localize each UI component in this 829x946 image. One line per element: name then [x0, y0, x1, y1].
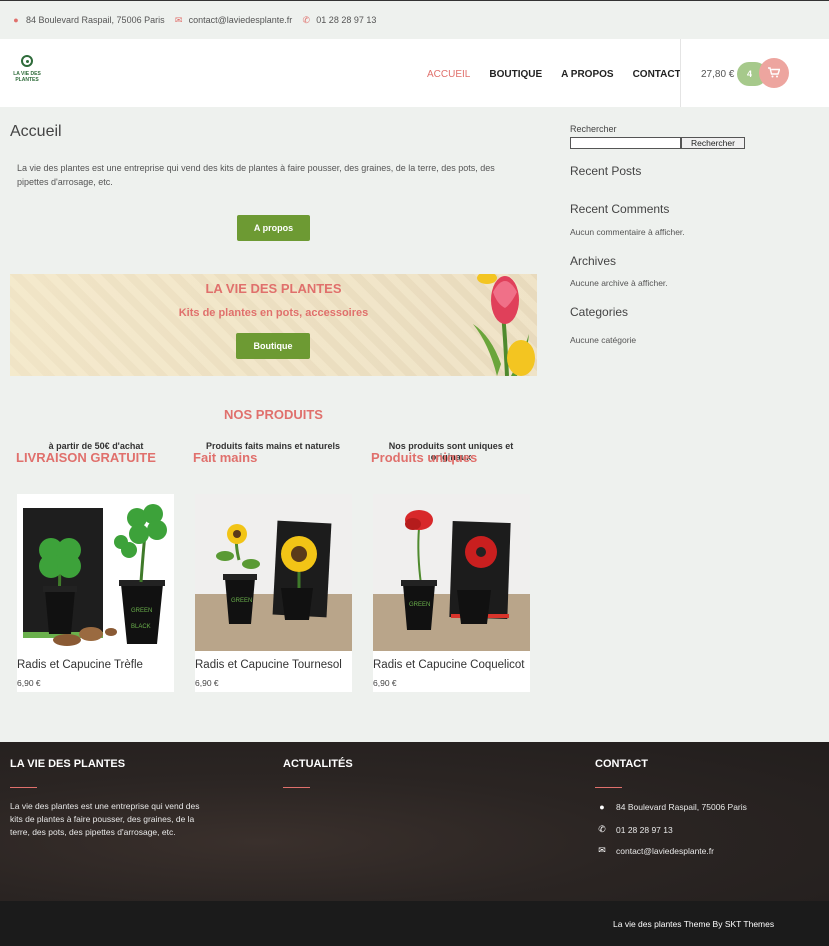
no-comments-text: Aucun commentaire à afficher. — [570, 227, 685, 237]
header-divider — [680, 39, 681, 107]
pot-label: GREEN — [231, 598, 252, 604]
nav-item-a-propos[interactable]: A PROPOS — [561, 69, 613, 80]
cart-total[interactable]: 27,80 € — [701, 69, 734, 80]
categories-heading: Categories — [570, 305, 629, 319]
footer-about-text: La vie des plantes est une entreprise qu… — [10, 801, 200, 837]
logo-text: LA VIE DES PLANTES — [13, 71, 41, 83]
footer-divider — [283, 787, 310, 788]
footer-about-title: LA VIE DES PLANTES — [10, 758, 126, 770]
feature-unique: Produits uniques Nos produits sont uniqu… — [371, 434, 531, 465]
shopping-cart-icon — [768, 67, 781, 78]
product-price: 6,90 € — [17, 678, 41, 688]
no-categories-text: Aucune catégorie — [570, 335, 637, 345]
product-name[interactable]: Radis et Capucine Trèfle — [17, 659, 174, 671]
footer-divider — [595, 787, 622, 788]
envelope-icon: ✉ — [598, 845, 606, 855]
footer-phone[interactable]: ✆ 01 28 28 97 13 — [596, 824, 673, 835]
products-heading: NOS PRODUITS — [224, 407, 323, 422]
about-button[interactable]: A propos — [237, 215, 310, 241]
site-footer: LA VIE DES PLANTES La vie des plantes es… — [0, 742, 829, 901]
footer-bottom-bar: La vie des plantes Theme By SKT Themes — [0, 901, 829, 946]
search-label: Rechercher — [570, 124, 617, 134]
product-image-clover[interactable]: GREEN BLACK — [17, 494, 174, 651]
map-pin-icon: ● — [599, 802, 605, 812]
pot-label: GREEN — [131, 608, 152, 614]
nav-item-accueil[interactable]: ACCUEIL — [427, 69, 470, 80]
feature-title: Produits uniques — [371, 450, 478, 465]
recent-comments-heading: Recent Comments — [570, 202, 670, 216]
top-info-bar: ● 84 Boulevard Raspail, 75006 Paris ✉ co… — [0, 0, 829, 39]
footer-divider — [10, 787, 37, 788]
topbar-email[interactable]: ✉ contact@laviedesplante.fr — [174, 14, 293, 26]
search-button[interactable]: Rechercher — [681, 137, 745, 149]
topbar-phone[interactable]: ✆ 01 28 28 97 13 — [302, 14, 377, 26]
page-title: Accueil — [10, 123, 62, 140]
no-archives-text: Aucune archive à afficher. — [570, 278, 668, 288]
archives-heading: Archives — [570, 254, 617, 268]
footer-news-title: ACTUALITÉS — [283, 758, 353, 770]
product-image-poppy[interactable]: GREEN — [373, 494, 530, 651]
banner-subtitle: Kits de plantes en pots, accessoires — [178, 307, 369, 319]
main-nav: ACCUEIL BOUTIQUE A PROPOS CONTACT — [427, 69, 700, 80]
feature-title: LIVRAISON GRATUITE — [16, 450, 156, 465]
footer-contact-title: CONTACT — [595, 758, 648, 770]
pot-label: GREEN — [409, 602, 430, 608]
product-name[interactable]: Radis et Capucine Tournesol — [195, 659, 352, 671]
intro-text: La vie des plantes est une entreprise qu… — [17, 163, 495, 187]
poppy-pot-image: GREEN — [373, 494, 530, 651]
topbar-address-text: 84 Boulevard Raspail, 75006 Paris — [26, 15, 165, 25]
envelope-icon: ✉ — [174, 14, 183, 25]
leaf-logo-icon — [21, 55, 33, 67]
theme-credit[interactable]: La vie des plantes Theme By SKT Themes — [613, 919, 774, 929]
product-card[interactable]: GREEN Radis et Capucine Tournesol 6,90 € — [195, 494, 352, 692]
phone-icon: ✆ — [598, 824, 606, 834]
footer-email-text[interactable]: contact@laviedesplante.fr — [616, 846, 714, 856]
footer-address-text: 84 Boulevard Raspail, 75006 Paris — [616, 802, 747, 812]
feature-free-delivery: LIVRAISON GRATUITE à partir de 50€ d'ach… — [16, 434, 176, 465]
footer-phone-text[interactable]: 01 28 28 97 13 — [616, 825, 673, 835]
feature-handmade: Fait mains Produits faits mains et natur… — [193, 434, 353, 465]
boutique-button[interactable]: Boutique — [236, 333, 310, 359]
map-pin-icon: ● — [13, 15, 19, 25]
product-price: 6,90 € — [373, 678, 397, 688]
topbar-phone-text[interactable]: 01 28 28 97 13 — [316, 15, 376, 25]
nav-item-boutique[interactable]: BOUTIQUE — [489, 69, 542, 80]
search-input[interactable] — [570, 137, 681, 149]
site-logo[interactable]: LA VIE DES PLANTES — [10, 55, 44, 91]
footer-email[interactable]: ✉ contact@laviedesplante.fr — [596, 845, 714, 856]
clover-pot-image: GREEN BLACK — [23, 504, 167, 646]
recent-posts-heading: Recent Posts — [570, 164, 642, 178]
feature-title: Fait mains — [193, 450, 258, 465]
cart-button[interactable] — [759, 58, 789, 88]
sunflower-pot-image: GREEN — [195, 494, 352, 651]
hero-banner: LA VIE DES PLANTES Kits de plantes en po… — [10, 274, 537, 376]
product-image-sunflower[interactable]: GREEN — [195, 494, 352, 651]
product-price: 6,90 € — [195, 678, 219, 688]
pot-label: BLACK — [131, 624, 151, 630]
topbar-address: ● 84 Boulevard Raspail, 75006 Paris — [12, 15, 165, 25]
nav-item-contact[interactable]: CONTACT — [633, 69, 681, 80]
product-card[interactable]: GREEN Radis et Capucine Coquelicot 6,90 … — [373, 494, 530, 692]
site-header: LA VIE DES PLANTES ACCUEIL BOUTIQUE A PR… — [0, 39, 829, 107]
topbar-email-text[interactable]: contact@laviedesplante.fr — [189, 15, 293, 25]
banner-title: LA VIE DES PLANTES — [205, 281, 342, 296]
phone-icon: ✆ — [302, 14, 311, 25]
footer-address: ● 84 Boulevard Raspail, 75006 Paris — [596, 802, 747, 812]
product-card[interactable]: GREEN BLACK Radis et Capucine Trèfle 6,9… — [17, 494, 174, 692]
product-name[interactable]: Radis et Capucine Coquelicot — [373, 659, 530, 671]
